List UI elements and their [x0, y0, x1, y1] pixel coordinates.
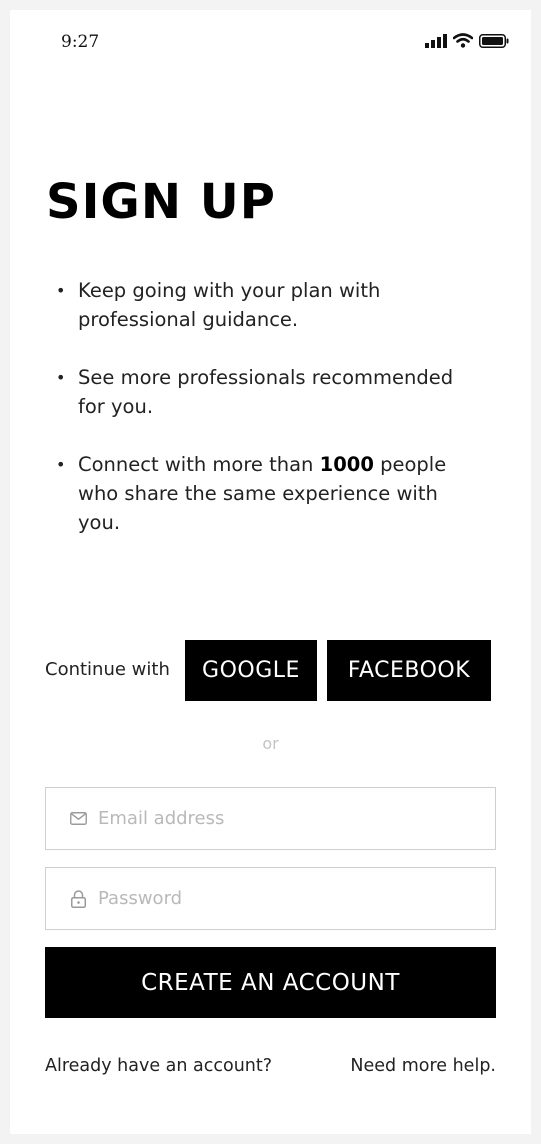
page-title: SIGN UP — [46, 174, 276, 230]
battery-icon — [479, 33, 509, 52]
wifi-icon — [452, 32, 474, 52]
facebook-button[interactable]: FACEBOOK — [327, 640, 491, 701]
google-button[interactable]: GOOGLE — [185, 640, 317, 701]
login-link[interactable]: Already have an account? — [45, 1056, 272, 1076]
bullet-icon: • — [56, 368, 66, 387]
password-input[interactable] — [98, 888, 468, 909]
list-item: • Keep going with your plan with profess… — [54, 276, 484, 334]
or-divider: or — [262, 734, 279, 753]
signal-icon — [425, 33, 447, 52]
bullet-icon: • — [56, 455, 66, 474]
email-input[interactable] — [98, 808, 468, 829]
sign-up-screen: 9:27 SIGN UP • Keep going with your plan… — [10, 10, 531, 1134]
mail-icon — [68, 809, 88, 829]
status-icons — [425, 32, 509, 52]
help-link[interactable]: Need more help. — [350, 1056, 496, 1076]
benefit-text: See more professionals recommended for y… — [78, 366, 454, 418]
status-bar: 9:27 — [10, 10, 531, 70]
benefits-list: • Keep going with your plan with profess… — [54, 276, 484, 566]
lock-icon — [68, 889, 88, 909]
password-field-container[interactable] — [45, 867, 496, 930]
list-item: • See more professionals recommended for… — [54, 363, 484, 421]
continue-with-label: Continue with — [45, 659, 170, 680]
status-time: 9:27 — [61, 32, 100, 52]
benefit-text-start: Connect with more than — [78, 453, 320, 476]
list-item: • Connect with more than 1000 people who… — [54, 450, 484, 537]
benefit-count: 1000 — [319, 453, 374, 476]
bullet-icon: • — [56, 281, 66, 300]
email-field-container[interactable] — [45, 787, 496, 850]
benefit-text: Keep going with your plan with professio… — [78, 279, 381, 331]
create-account-button[interactable]: CREATE AN ACCOUNT — [45, 947, 496, 1018]
